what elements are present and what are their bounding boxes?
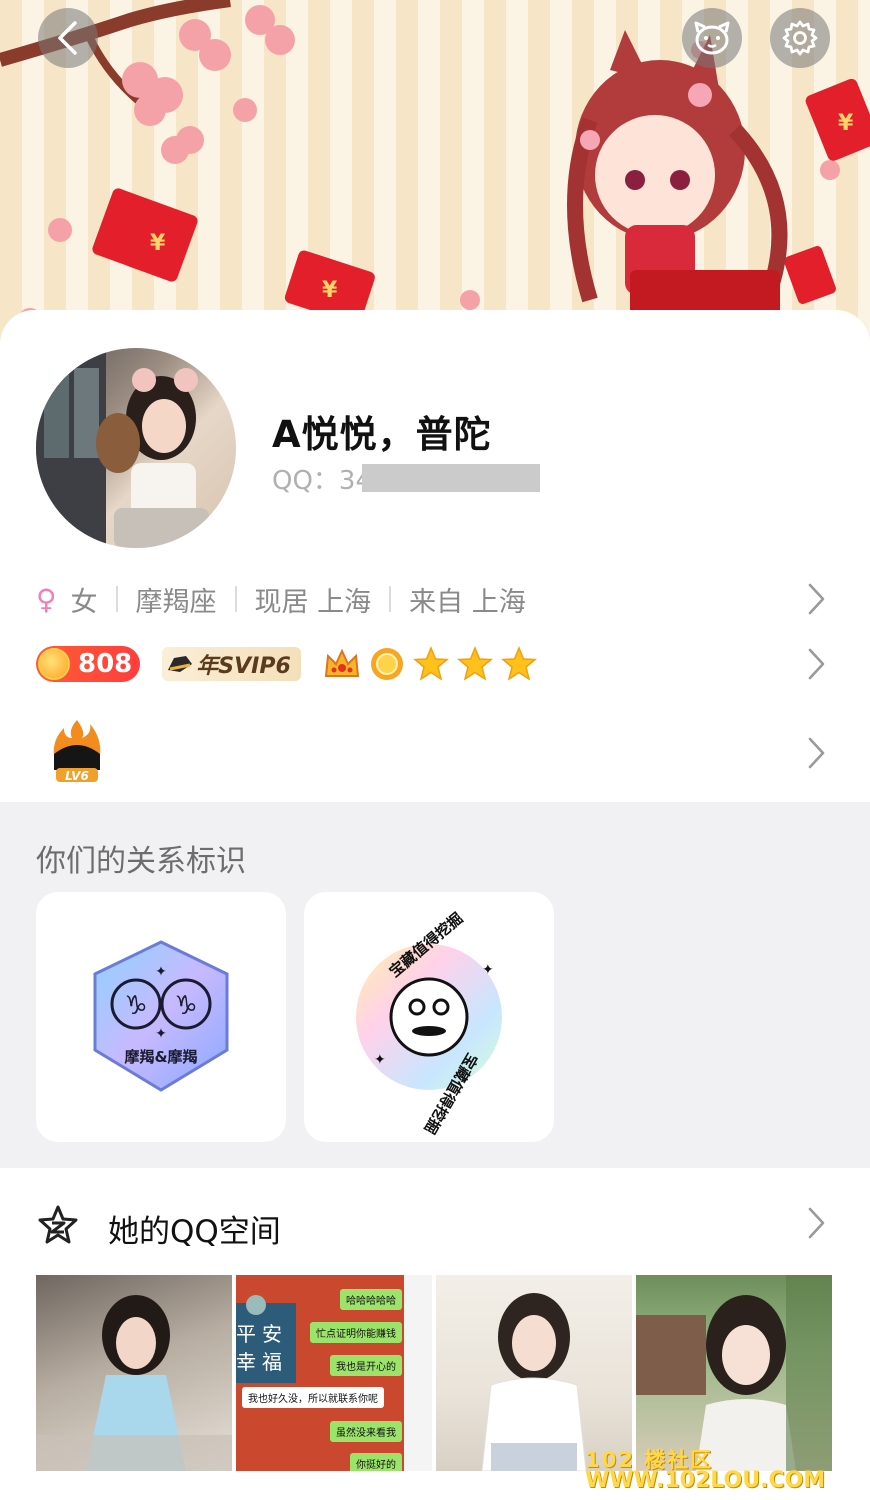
svg-text:¥: ¥ (838, 111, 854, 136)
sun-icon (370, 648, 403, 680)
sun-level-badge: 808 (36, 646, 141, 682)
divider (115, 586, 118, 612)
relations-title: 你们的关系标识 (36, 844, 246, 879)
treasure-face-icon: ✦ ✦ 宝藏值得挖掘 宝藏值得挖掘 (354, 909, 504, 1137)
watermark-line2: WWW.102LOU.COM (585, 1468, 826, 1493)
svip-label: 年SVIP6 (196, 654, 291, 679)
qzone-photo[interactable] (436, 1275, 632, 1471)
site-watermark: 102 楼社区 WWW.102LOU.COM (585, 1444, 825, 1493)
chevron-right-icon[interactable] (806, 582, 826, 616)
qzone-title[interactable]: 她的QQ空间 (108, 1206, 281, 1251)
game-level-badge[interactable]: LV6 (46, 718, 108, 786)
svg-text:✦: ✦ (155, 1026, 167, 1042)
svg-text:♑: ♑ (124, 991, 147, 1021)
hometown-text: 来自 上海 (409, 586, 526, 618)
sun-level-value: 808 (78, 649, 133, 679)
qq-level-icons (323, 646, 537, 682)
badge-row[interactable]: 808 年SVIP6 (36, 644, 537, 684)
profile-banner: ¥ ¥ ¥ (0, 0, 870, 340)
star-icon (412, 646, 449, 681)
svg-text:¥: ¥ (322, 278, 338, 303)
pet-face-icon (694, 21, 730, 55)
pet-button[interactable] (682, 8, 742, 68)
current-city-text: 现居 上海 (254, 586, 372, 618)
chevron-right-icon[interactable] (806, 647, 826, 681)
qzone-star-icon (38, 1205, 78, 1244)
chat-bubble: 我也是开心的 (330, 1355, 402, 1376)
photo-content (636, 1275, 832, 1471)
chat-bubble: 哈哈哈哈哈 (340, 1289, 402, 1310)
relation-label-capricorn: 摩羯&摩羯 (124, 1048, 197, 1066)
chat-bubble: 虽然没来看我 (330, 1421, 402, 1442)
back-button[interactable] (38, 8, 98, 68)
poster-char: 安 (262, 1322, 282, 1346)
photo-content (481, 1293, 587, 1471)
svip-badge: 年SVIP6 (162, 647, 301, 681)
svg-text:✦: ✦ (155, 964, 167, 980)
relation-card-capricorn[interactable]: ♑ ♑ ✦ ✦ 摩羯&摩羯 (36, 892, 286, 1142)
poster-char: 幸 (236, 1350, 256, 1374)
nickname: A悦悦，普陀 (272, 413, 492, 456)
chat-bubble: 我也好久没，所以就联系你呢 (242, 1387, 384, 1408)
female-icon: ♀ (36, 582, 57, 616)
lv-badge-label: LV6 (65, 769, 89, 783)
relation-card-treasure[interactable]: ✦ ✦ 宝藏值得挖掘 宝藏值得挖掘 (304, 892, 554, 1142)
chevron-right-icon[interactable] (806, 736, 826, 770)
capricorn-pair-icon: ♑ ♑ ✦ ✦ 摩羯&摩羯 (93, 940, 229, 1092)
settings-button[interactable] (770, 8, 830, 68)
qzone-photo[interactable]: 平 安 幸 福 哈哈哈哈哈 忙点证明你能赚钱 我也是开心的 我也好久没，所以就联… (236, 1275, 432, 1471)
qzone-photo-strip: 平 安 幸 福 哈哈哈哈哈 忙点证明你能赚钱 我也是开心的 我也好久没，所以就联… (36, 1275, 832, 1471)
qzone-photo[interactable] (636, 1275, 832, 1471)
svg-text:✦: ✦ (374, 1052, 386, 1068)
basic-info-row[interactable]: ♀ 女 摩羯座 现居 上海 来自 上海 (36, 582, 526, 618)
gear-icon (782, 20, 818, 56)
chevron-right-icon[interactable] (806, 1206, 826, 1240)
divider (234, 586, 237, 612)
photo-content (36, 1295, 232, 1471)
poster-char: 平 (236, 1322, 256, 1346)
qq-number-redaction (362, 464, 540, 492)
avatar[interactable] (36, 348, 236, 548)
divider (389, 586, 392, 612)
qzone-section: 她的QQ空间 平 安 幸 福 哈哈哈哈哈 忙点证明你能赚钱 我也是开心的 我也好… (0, 1168, 870, 1500)
avatar-photo (36, 348, 209, 548)
poster-char: 福 (262, 1350, 282, 1374)
sun-coin-icon (38, 648, 70, 680)
chevron-left-icon (58, 21, 77, 55)
svg-text:¥: ¥ (150, 231, 166, 256)
crown-icon (324, 648, 359, 677)
star-icon (500, 646, 537, 681)
qq-number: QQ：34 (272, 466, 373, 496)
svip-hat-icon (168, 656, 193, 672)
gender-text: 女 (70, 586, 98, 618)
svg-text:♑: ♑ (174, 991, 197, 1021)
chat-bubble: 忙点证明你能赚钱 (310, 1322, 402, 1343)
profile-card: A悦悦，普陀 QQ：34 ♀ 女 摩羯座 现居 上海 来自 上海 808 年SV… (0, 310, 870, 802)
chat-bubble: 你挺好的 (350, 1453, 402, 1471)
banner-illustration: ¥ ¥ ¥ (0, 0, 870, 332)
star-icon (456, 646, 493, 681)
zodiac-text: 摩羯座 (135, 586, 217, 618)
svg-text:✦: ✦ (482, 962, 494, 978)
qzone-photo[interactable] (36, 1275, 232, 1471)
